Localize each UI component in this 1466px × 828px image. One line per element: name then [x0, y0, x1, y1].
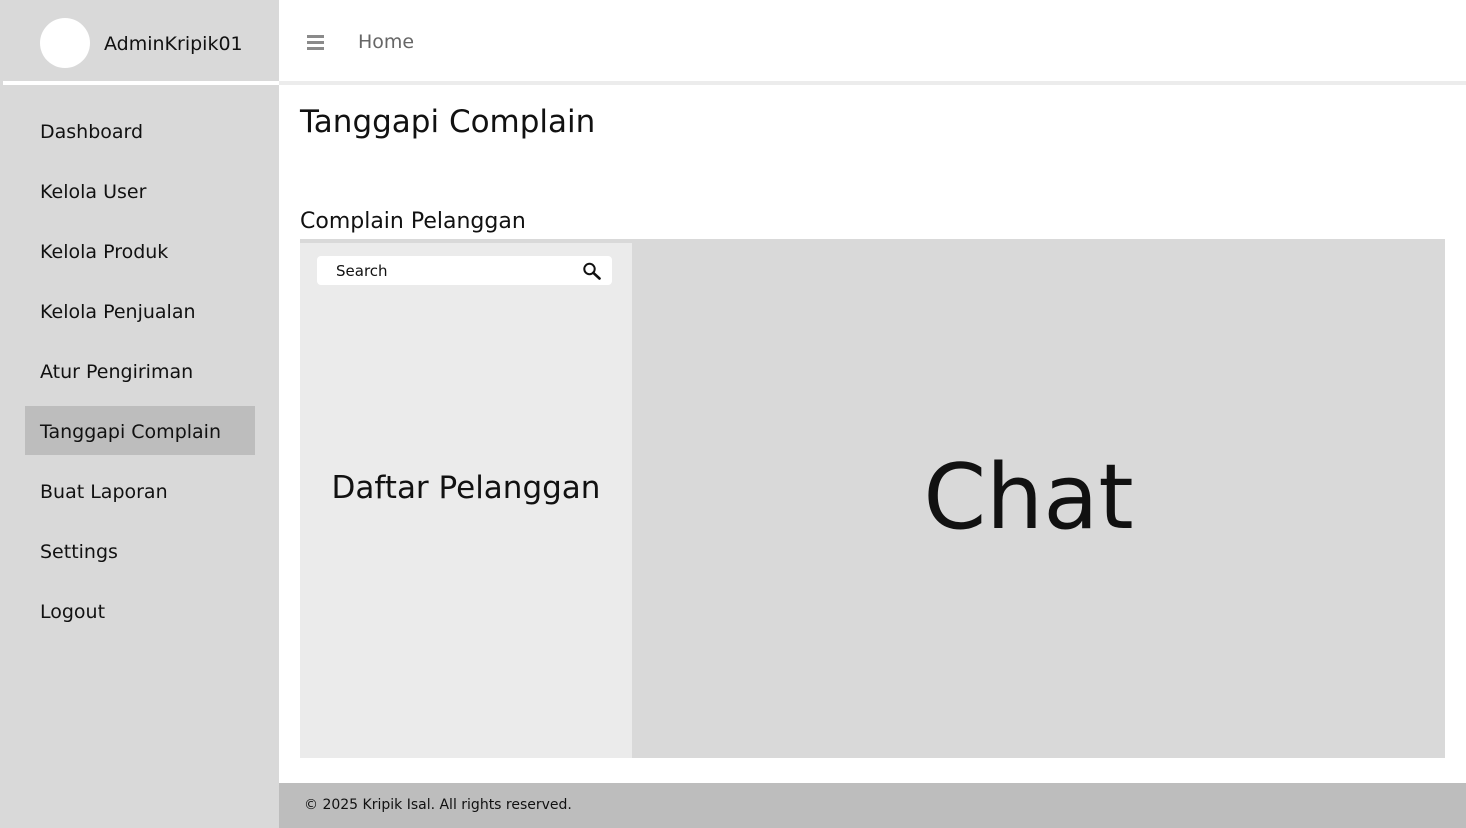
user-profile: AdminKripik01 — [0, 0, 279, 85]
sidebar-item-kelola-produk[interactable]: Kelola Produk — [25, 228, 255, 277]
sidebar-divider — [3, 81, 279, 85]
search-box — [317, 256, 612, 285]
breadcrumb-home[interactable]: Home — [358, 29, 414, 55]
sidebar-item-settings[interactable]: Settings — [25, 528, 255, 577]
footer-copyright: © 2025 Kripik Isal. All rights reserved. — [304, 797, 572, 813]
sidebar-item-dashboard[interactable]: Dashboard — [25, 108, 255, 157]
footer: © 2025 Kripik Isal. All rights reserved. — [279, 783, 1466, 828]
header-divider — [279, 81, 1466, 85]
section-title: Complain Pelanggan — [300, 209, 526, 234]
search-icon[interactable] — [582, 262, 602, 280]
sidebar-item-kelola-penjualan[interactable]: Kelola Penjualan — [25, 288, 255, 337]
sidebar-item-buat-laporan[interactable]: Buat Laporan — [25, 468, 255, 517]
chat-area: Chat — [632, 243, 1445, 758]
hamburger-menu-icon[interactable] — [300, 29, 330, 57]
sidebar: AdminKripik01 Dashboard Kelola User Kelo… — [0, 0, 279, 828]
sidebar-item-logout[interactable]: Logout — [25, 588, 255, 637]
search-input[interactable] — [331, 256, 571, 285]
page-title: Tanggapi Complain — [300, 104, 596, 140]
customer-list-label: Daftar Pelanggan — [331, 470, 601, 506]
sidebar-item-kelola-user[interactable]: Kelola User — [25, 168, 255, 217]
avatar[interactable] — [40, 18, 90, 68]
top-bar — [279, 0, 1466, 81]
sidebar-item-atur-pengiriman[interactable]: Atur Pengiriman — [25, 348, 255, 397]
chat-label: Chat — [923, 445, 1134, 550]
username: AdminKripik01 — [104, 33, 243, 55]
sidebar-item-tanggapi-complain[interactable]: Tanggapi Complain — [25, 406, 255, 455]
